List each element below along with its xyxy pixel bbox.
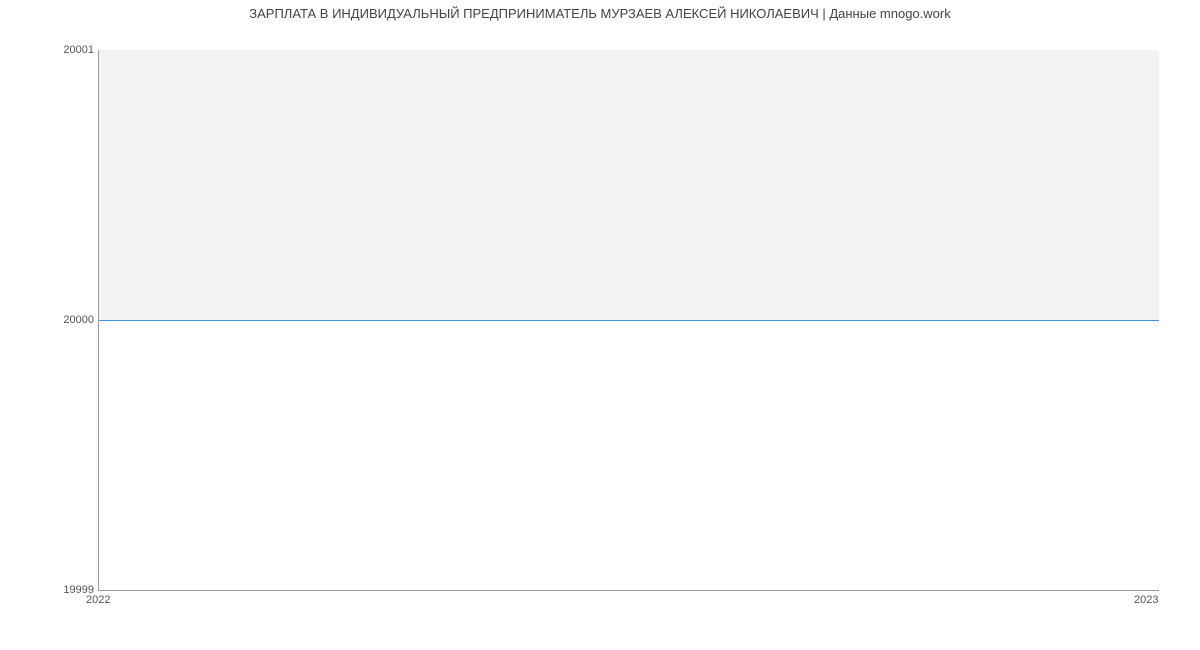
area-series — [99, 50, 1159, 321]
chart-title: ЗАРПЛАТА В ИНДИВИДУАЛЬНЫЙ ПРЕДПРИНИМАТЕЛ… — [0, 6, 1200, 21]
chart-container: ЗАРПЛАТА В ИНДИВИДУАЛЬНЫЙ ПРЕДПРИНИМАТЕЛ… — [0, 0, 1200, 650]
y-tick-label: 20000 — [34, 314, 94, 326]
x-tick-label: 2023 — [1134, 594, 1158, 606]
y-tick-label: 20001 — [34, 44, 94, 56]
x-tick-label: 2022 — [86, 594, 110, 606]
plot-area — [98, 50, 1159, 591]
y-tick-label: 19999 — [34, 584, 94, 596]
